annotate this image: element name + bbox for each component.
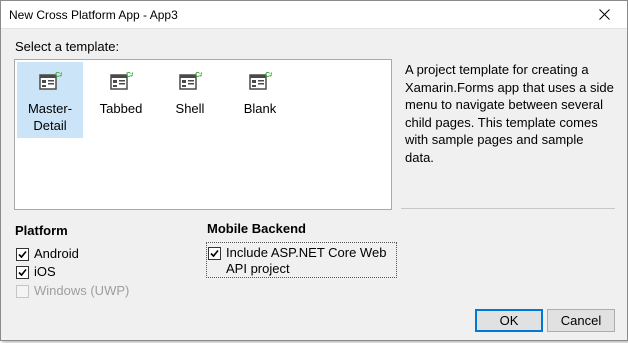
title-bar: New Cross Platform App - App3 bbox=[1, 1, 627, 29]
template-icon: C# bbox=[39, 72, 62, 90]
close-icon bbox=[598, 9, 610, 20]
platform-ios-label: iOS bbox=[34, 264, 56, 279]
template-list: C# Master- Detail C# Tabbed bbox=[14, 59, 392, 210]
svg-text:C#: C# bbox=[55, 72, 62, 79]
template-label-line2: Detail bbox=[33, 118, 67, 133]
new-app-dialog: New Cross Platform App - App3 Select a t… bbox=[0, 0, 628, 341]
checkmark-icon bbox=[18, 268, 27, 277]
checkbox-box[interactable] bbox=[16, 248, 29, 261]
select-template-label: Select a template: bbox=[15, 39, 120, 54]
template-icon: C# bbox=[110, 72, 133, 90]
ok-button[interactable]: OK bbox=[475, 309, 543, 332]
backend-heading: Mobile Backend bbox=[207, 221, 306, 236]
platform-android-label: Android bbox=[34, 246, 79, 261]
checkmark-icon bbox=[210, 249, 219, 258]
platform-android-checkbox[interactable]: Android bbox=[16, 246, 79, 261]
template-shell[interactable]: C# Shell bbox=[157, 62, 223, 138]
cancel-button[interactable]: Cancel bbox=[547, 309, 615, 332]
close-button[interactable] bbox=[581, 1, 627, 28]
template-blank[interactable]: C# Blank bbox=[227, 62, 293, 138]
backend-api-checkbox[interactable]: Include ASP.NET Core Web API project bbox=[208, 245, 396, 277]
platform-uwp-label: Windows (UWP) bbox=[34, 283, 130, 298]
platform-uwp-checkbox: Windows (UWP) bbox=[16, 283, 129, 298]
svg-text:C#: C# bbox=[265, 72, 272, 79]
checkbox-box bbox=[16, 285, 29, 298]
template-label: Shell bbox=[175, 101, 205, 116]
checkmark-icon bbox=[18, 250, 27, 259]
template-label: Tabbed bbox=[99, 101, 143, 116]
template-tabbed[interactable]: C# Tabbed bbox=[88, 62, 154, 138]
description-divider bbox=[401, 208, 615, 209]
template-label: Blank bbox=[243, 101, 277, 116]
svg-text:C#: C# bbox=[126, 72, 133, 79]
template-icon: C# bbox=[249, 72, 272, 90]
window-title: New Cross Platform App - App3 bbox=[9, 8, 178, 22]
svg-text:C#: C# bbox=[195, 72, 202, 79]
template-description: A project template for creating a Xamari… bbox=[405, 62, 614, 165]
platform-heading: Platform bbox=[15, 223, 68, 238]
template-icon: C# bbox=[179, 72, 202, 90]
checkbox-box[interactable] bbox=[208, 247, 221, 260]
backend-api-label: Include ASP.NET Core Web API project bbox=[226, 245, 387, 276]
template-master-detail[interactable]: C# Master- Detail bbox=[17, 62, 83, 138]
template-label-line1: Master- bbox=[27, 101, 73, 116]
checkbox-box[interactable] bbox=[16, 266, 29, 279]
platform-ios-checkbox[interactable]: iOS bbox=[16, 264, 56, 279]
